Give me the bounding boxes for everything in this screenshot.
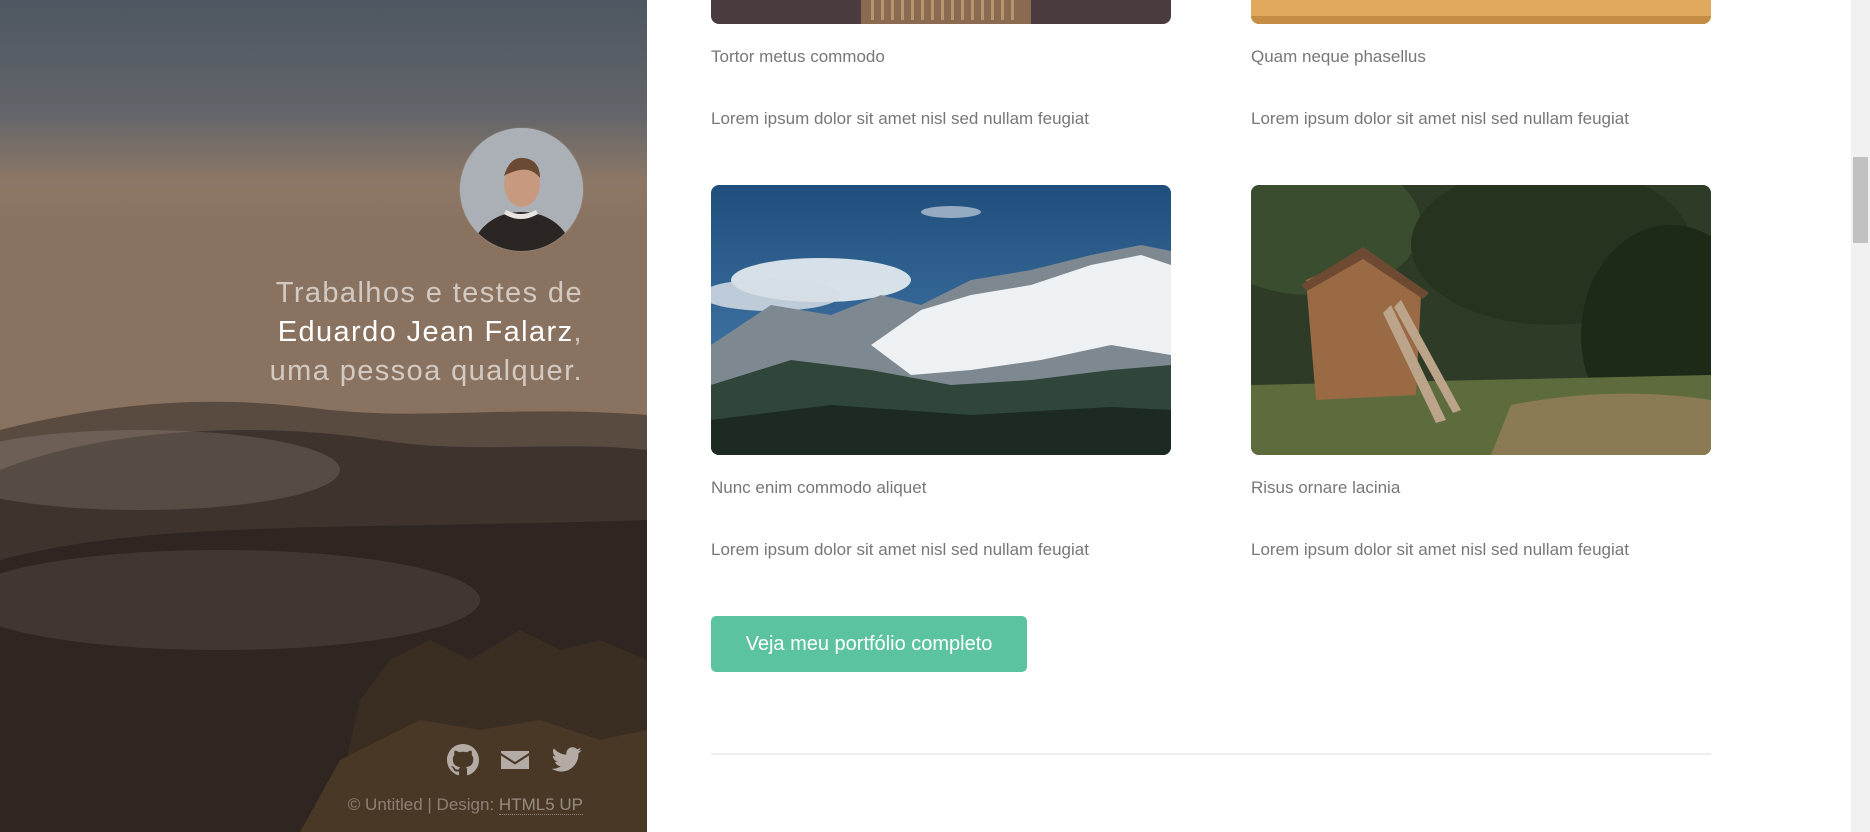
intro-line-2: Eduardo Jean Falarz, bbox=[123, 313, 583, 352]
social-links bbox=[447, 744, 583, 776]
intro-comma: , bbox=[573, 316, 583, 348]
portfolio-image-2[interactable] bbox=[1251, 0, 1711, 24]
portfolio-description-3: Lorem ipsum dolor sit amet nisl sed null… bbox=[711, 540, 1089, 559]
main-content: Tortor metus commodo Quam neque phasellu… bbox=[647, 0, 1851, 832]
portfolio-image-1[interactable] bbox=[711, 0, 1171, 24]
portfolio-title-1: Tortor metus commodo bbox=[711, 47, 885, 66]
author-name: Eduardo Jean Falarz bbox=[277, 316, 574, 348]
footer-text: © Untitled | Design: bbox=[347, 795, 499, 814]
portfolio-title-3: Nunc enim commodo aliquet bbox=[711, 478, 927, 497]
twitter-icon[interactable] bbox=[551, 744, 583, 776]
portfolio-image-4[interactable] bbox=[1251, 185, 1711, 455]
portfolio-title-4: Risus ornare lacinia bbox=[1251, 478, 1401, 497]
portfolio-title-2: Quam neque phasellus bbox=[1251, 47, 1426, 66]
portfolio-description-4: Lorem ipsum dolor sit amet nisl sed null… bbox=[1251, 540, 1629, 559]
intro-line-1: Trabalhos e testes de bbox=[275, 277, 583, 309]
page-scrollbar[interactable] bbox=[1851, 0, 1870, 832]
github-icon[interactable] bbox=[447, 744, 479, 776]
sidebar: Trabalhos e testes de Eduardo Jean Falar… bbox=[0, 0, 647, 832]
footer-credit: © Untitled | Design: HTML5 UP bbox=[348, 795, 583, 815]
intro-text: Trabalhos e testes de Eduardo Jean Falar… bbox=[123, 274, 583, 391]
portfolio-description-1: Lorem ipsum dolor sit amet nisl sed null… bbox=[711, 109, 1089, 128]
avatar bbox=[460, 128, 583, 251]
html5up-link[interactable]: HTML5 UP bbox=[498, 795, 583, 815]
sidebar-background-image bbox=[0, 0, 647, 832]
intro-line-3: uma pessoa qualquer. bbox=[269, 355, 583, 387]
portfolio-description-2: Lorem ipsum dolor sit amet nisl sed null… bbox=[1251, 109, 1629, 128]
envelope-icon[interactable] bbox=[499, 744, 531, 776]
scrollbar-thumb[interactable] bbox=[1853, 157, 1868, 243]
portfolio-image-3[interactable] bbox=[711, 185, 1171, 455]
section-divider bbox=[711, 753, 1711, 755]
full-portfolio-button[interactable]: Veja meu portfólio completo bbox=[711, 616, 1027, 672]
